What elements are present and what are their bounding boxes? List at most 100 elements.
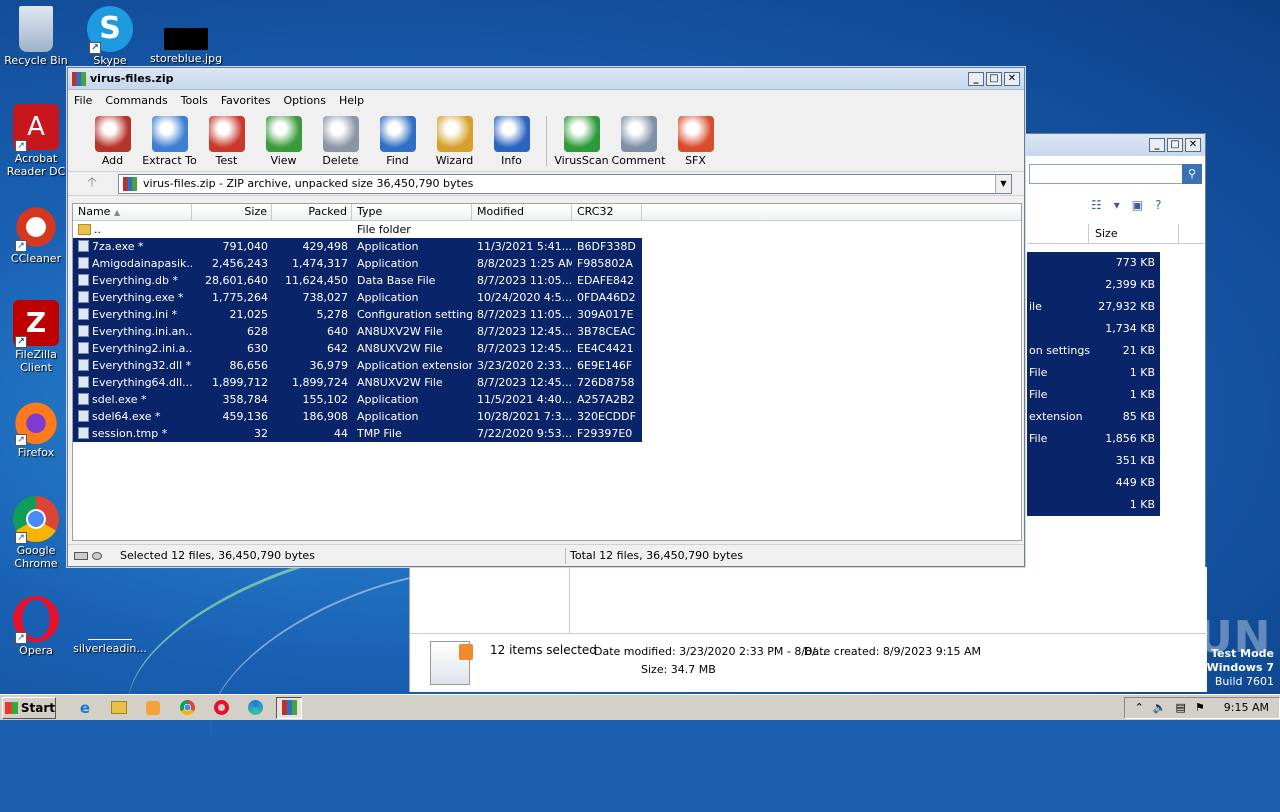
archive-path-text: virus-files.zip - ZIP archive, unpacked … xyxy=(143,177,474,190)
file-row[interactable]: Everything32.dll * 86,656 36,979 Applicatio… xyxy=(73,357,1021,374)
toolbar-button-add[interactable]: Add xyxy=(84,110,141,167)
column-size[interactable]: Size xyxy=(1089,224,1179,243)
start-button[interactable]: Start xyxy=(2,696,56,719)
file-row[interactable]: Everything2.ini.a... 630 642 AN8UXV2W File 8… xyxy=(73,340,1021,357)
toolbar-button-test[interactable]: Test xyxy=(198,110,255,167)
file-row[interactable]: Everything.db * 28,601,640 11,624,450 Data … xyxy=(73,272,1021,289)
menu-help[interactable]: Help xyxy=(339,94,364,107)
explorer-file-row[interactable]: 2,399 KB xyxy=(1027,274,1160,296)
maximize-button[interactable]: □ xyxy=(986,71,1002,86)
image-file-icon xyxy=(164,28,208,50)
archive-path-field[interactable]: virus-files.zip - ZIP archive, unpacked … xyxy=(118,173,1012,194)
file-row[interactable]: Everything64.dll.... 1,899,712 1,899,724 AN… xyxy=(73,374,1021,391)
minimize-button[interactable]: _ xyxy=(968,71,984,86)
help-icon[interactable]: ? xyxy=(1155,198,1161,212)
file-packed: 640 xyxy=(327,325,348,338)
flag-icon[interactable]: ⚑ xyxy=(1195,701,1205,714)
explorer-file-row[interactable]: extension 85 KB xyxy=(1027,406,1160,428)
close-button[interactable]: ✕ xyxy=(1185,138,1201,152)
clock[interactable]: 9:15 AM xyxy=(1224,701,1269,714)
toolbar-button-find[interactable]: Find xyxy=(369,110,426,167)
explorer-window[interactable]: _ □ ✕ ⚲ ☷ ▾ ▣ ? Size 773 KB 2,399 KB ile 27… xyxy=(1020,133,1206,633)
sfx-box-icon xyxy=(677,116,714,152)
explorer-file-row[interactable]: 449 KB xyxy=(1027,472,1160,494)
winrar-titlebar[interactable]: virus-files.zip _ □ ✕ xyxy=(68,68,1024,90)
taskbar-edge-icon[interactable] xyxy=(242,697,268,719)
file-row[interactable]: Amigodainapasik.... 2,456,243 1,474,317 App… xyxy=(73,255,1021,272)
file-row[interactable]: Everything.exe * 1,775,264 738,027 Applicat… xyxy=(73,289,1021,306)
chevron-down-icon[interactable]: ▾ xyxy=(1114,198,1120,212)
file-row[interactable]: Everything.ini.an... 628 640 AN8UXV2W File 8… xyxy=(73,323,1021,340)
desktop-icon-skype[interactable]: S ↗ Skype xyxy=(72,6,148,67)
taskbar-chrome-icon[interactable] xyxy=(174,697,200,719)
file-row[interactable]: session.tmp * 32 44 TMP File 7/22/2020 9:53.… xyxy=(73,425,1021,442)
explorer-file-row[interactable]: 773 KB xyxy=(1027,252,1160,274)
taskbar-winrar-icon[interactable] xyxy=(276,696,302,719)
desktop-icon-opera[interactable]: ↗ Opera xyxy=(0,596,74,657)
column-modified[interactable]: Modified xyxy=(472,204,572,220)
taskbar-ie-icon[interactable]: e xyxy=(72,697,98,719)
taskbar-media-player-icon[interactable] xyxy=(140,697,166,719)
toolbar-button-info[interactable]: Info xyxy=(483,110,540,167)
column-type[interactable]: Type xyxy=(352,204,472,220)
search-input[interactable]: ⚲ xyxy=(1029,164,1202,184)
menu-commands[interactable]: Commands xyxy=(105,94,167,107)
file-size: 2,456,243 xyxy=(212,257,268,270)
toolbar-button-wizard[interactable]: Wizard xyxy=(426,110,483,167)
up-arrow-icon[interactable]: 🡡 xyxy=(82,173,102,195)
file-crc32: 3B78CEAC xyxy=(577,325,636,338)
desktop-icon-ccleaner[interactable]: ↗ CCleaner xyxy=(0,204,74,265)
drive-icon[interactable] xyxy=(74,551,110,561)
menu-options[interactable]: Options xyxy=(284,94,326,107)
explorer-file-row[interactable]: File 1 KB xyxy=(1027,362,1160,384)
desktop-icon-firefox[interactable]: ↗ Firefox xyxy=(0,398,74,459)
desktop-icon-storeblue[interactable]: storeblue.jpg xyxy=(148,6,224,65)
desktop-icon-acrobat[interactable]: A ↗ Acrobat Reader DC xyxy=(0,104,74,178)
maximize-button[interactable]: □ xyxy=(1167,138,1183,152)
explorer-file-row[interactable]: 1 KB xyxy=(1027,494,1160,516)
file-row[interactable]: 7za.exe * 791,040 429,498 Application 11/3/2… xyxy=(73,238,1021,255)
explorer-file-row[interactable]: 1,734 KB xyxy=(1027,318,1160,340)
toolbar-button-comment[interactable]: Comment xyxy=(610,110,667,167)
minimize-button[interactable]: _ xyxy=(1149,138,1165,152)
toolbar-button-view[interactable]: View xyxy=(255,110,312,167)
file-row[interactable]: Everything.ini * 21,025 5,278 Configuration… xyxy=(73,306,1021,323)
file-row[interactable]: sdel64.exe * 459,136 186,908 Application 10/… xyxy=(73,408,1021,425)
desktop-icon-filezilla[interactable]: Z ↗ FileZilla Client xyxy=(0,300,74,374)
taskbar-explorer-icon[interactable] xyxy=(106,697,132,719)
column-crc32[interactable]: CRC32 xyxy=(572,204,642,220)
winrar-window[interactable]: virus-files.zip _ □ ✕ File Commands Tool… xyxy=(67,67,1025,567)
volume-icon[interactable]: 🔈 xyxy=(1153,701,1167,714)
explorer-file-type: on settings xyxy=(1029,344,1091,357)
toolbar-button-virusscan[interactable]: VirusScan xyxy=(553,110,610,167)
column-size[interactable]: Size xyxy=(192,204,272,220)
toolbar-button-extract-to[interactable]: Extract To xyxy=(141,110,198,167)
toolbar-button-sfx[interactable]: SFX xyxy=(667,110,724,167)
network-icon[interactable]: ▤ xyxy=(1176,701,1186,714)
chevron-up-icon[interactable]: ⌃ xyxy=(1135,701,1144,714)
close-button[interactable]: ✕ xyxy=(1004,71,1020,86)
search-icon[interactable]: ⚲ xyxy=(1182,164,1202,184)
explorer-file-row[interactable]: 351 KB xyxy=(1027,450,1160,472)
toolbar-button-delete[interactable]: Delete xyxy=(312,110,369,167)
magnifier-icon xyxy=(379,116,416,152)
explorer-file-row[interactable]: File 1 KB xyxy=(1027,384,1160,406)
explorer-file-row[interactable]: File 1,856 KB xyxy=(1027,428,1160,450)
preview-pane-icon[interactable]: ▣ xyxy=(1132,198,1143,212)
chevron-down-icon[interactable]: ▼ xyxy=(995,174,1011,193)
menu-file[interactable]: File xyxy=(74,94,92,107)
column-packed[interactable]: Packed xyxy=(272,204,352,220)
menu-tools[interactable]: Tools xyxy=(181,94,208,107)
desktop-icon-chrome[interactable]: ↗ Google Chrome xyxy=(0,496,74,570)
taskbar-opera-icon[interactable] xyxy=(208,697,234,719)
column-type[interactable] xyxy=(1027,224,1089,243)
explorer-file-row[interactable]: on settings 21 KB xyxy=(1027,340,1160,362)
view-options-icon[interactable]: ☷ xyxy=(1091,198,1102,212)
desktop-icon-recycle-bin[interactable]: Recycle Bin xyxy=(0,6,74,67)
column-name[interactable]: Name ▲ xyxy=(73,204,192,220)
desktop-icon-silverleading[interactable]: silverleadin... xyxy=(72,596,148,655)
menu-favorites[interactable]: Favorites xyxy=(221,94,271,107)
parent-folder-row[interactable]: .. File folder xyxy=(73,221,1021,238)
file-row[interactable]: sdel.exe * 358,784 155,102 Application 11/5/… xyxy=(73,391,1021,408)
explorer-file-row[interactable]: ile 27,932 KB xyxy=(1027,296,1160,318)
